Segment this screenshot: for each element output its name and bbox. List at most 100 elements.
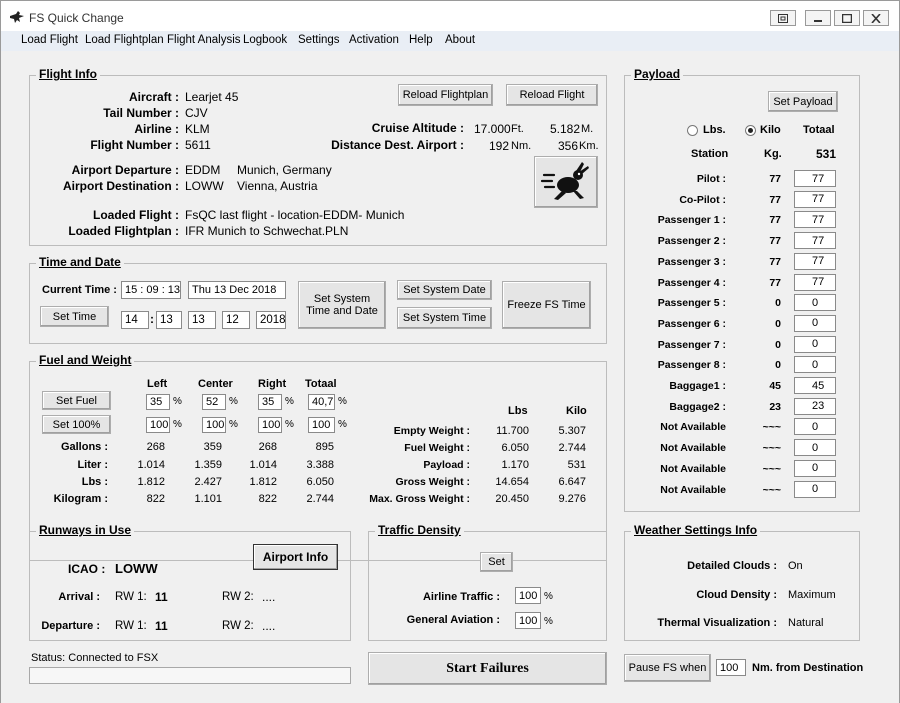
menu-activation[interactable]: Activation <box>349 34 399 46</box>
fuel-right-percent-input[interactable]: 35 <box>258 394 282 410</box>
menu-load-flight[interactable]: Load Flight <box>21 34 78 46</box>
menu-flight-analysis[interactable]: Flight Analysis <box>167 34 241 46</box>
station-kg-value: 77 <box>769 276 781 289</box>
traffic-set-button[interactable]: Set <box>480 552 513 572</box>
set-system-time-date-button[interactable]: Set System Time and Date <box>298 281 386 329</box>
kilo-radio[interactable] <box>745 125 756 136</box>
station-weight-input[interactable]: 0 <box>794 335 836 353</box>
fuel-center-percent-input[interactable]: 52 <box>202 394 226 410</box>
fuel-weight-lbs: 6.050 <box>501 442 529 454</box>
kilogram-right: 822 <box>258 493 277 505</box>
set-time-button[interactable]: Set Time <box>40 306 109 327</box>
station-weight-input[interactable]: 0 <box>794 294 836 312</box>
cloud-density-value: Maximum <box>788 589 836 601</box>
detailed-clouds-value: On <box>788 560 803 572</box>
quick-rabbit-button[interactable] <box>534 156 598 208</box>
station-kg-value: 0 <box>775 297 781 310</box>
pct-sign: % <box>229 396 238 407</box>
station-weight-input[interactable]: 0 <box>794 418 836 436</box>
reload-flightplan-button[interactable]: Reload Flightplan <box>398 84 493 106</box>
hour-input[interactable]: 14 <box>121 311 149 329</box>
station-weight-input[interactable]: 77 <box>794 170 836 187</box>
pause-fs-button[interactable]: Pause FS when <box>624 654 711 682</box>
station-kg-value: 77 <box>769 214 781 227</box>
menu-logbook[interactable]: Logbook <box>243 34 287 46</box>
day-input[interactable]: 13 <box>188 311 216 329</box>
lbs-left: 1.812 <box>137 476 165 488</box>
station-weight-input[interactable]: 77 <box>794 232 836 250</box>
airport-info-button[interactable]: Airport Info <box>253 544 338 570</box>
close-button[interactable] <box>863 10 889 26</box>
set-fuel-button[interactable]: Set Fuel <box>42 391 111 410</box>
set-100-button[interactable]: Set 100% <box>42 415 111 434</box>
station-weight-input[interactable]: 77 <box>794 252 836 270</box>
station-kg-value: 0 <box>775 338 781 351</box>
station-kg-value: 23 <box>769 400 781 413</box>
distance-km-value: 356 <box>558 139 579 153</box>
minute-input[interactable]: 13 <box>156 311 182 329</box>
liter-center: 1.359 <box>194 459 222 471</box>
station-weight-input[interactable]: 0 <box>794 439 836 457</box>
station-weight-input[interactable]: 0 <box>794 356 836 374</box>
lbs-radio[interactable] <box>687 125 698 136</box>
empty-weight-lbs: 11.700 <box>496 425 529 437</box>
station-weight-input[interactable]: 45 <box>794 377 836 394</box>
gross-weight-kilo: 6.647 <box>558 476 586 488</box>
airline-traffic-input[interactable]: 100 <box>515 587 541 604</box>
menu-load-flightplan[interactable]: Load Flightplan <box>85 34 164 46</box>
set-system-time-button[interactable]: Set System Time <box>397 307 492 329</box>
station-weight-input[interactable]: 0 <box>794 480 836 498</box>
station-weight-input[interactable]: 23 <box>794 397 836 415</box>
month-input[interactable]: 12 <box>222 311 250 329</box>
gross-weight-lbs: 14.654 <box>495 476 529 488</box>
station-weight-input[interactable]: 77 <box>794 211 836 229</box>
menu-help[interactable]: Help <box>409 34 433 46</box>
m-unit: M. <box>581 123 594 135</box>
fuel-header-right: Right <box>258 378 287 390</box>
minimize-button[interactable] <box>805 10 831 26</box>
station-weight-input[interactable]: 77 <box>794 273 836 291</box>
main-window: FS Quick Change Load Flight Load Flightp… <box>0 0 900 703</box>
set-payload-button[interactable]: Set Payload <box>768 91 838 112</box>
weather-settings-title: Weather Settings Info <box>631 523 761 537</box>
station-weight-input[interactable]: 77 <box>794 190 836 208</box>
fuel-header-totaal: Totaal <box>305 378 337 390</box>
menu-about[interactable]: About <box>445 34 475 46</box>
departure-code: EDDM <box>185 163 221 177</box>
flight-info-title: Flight Info <box>36 67 100 81</box>
station-name: Passenger 5 : <box>657 297 726 310</box>
airline-value: KLM <box>185 122 210 136</box>
reload-flight-button[interactable]: Reload Flight <box>506 84 598 106</box>
window-title: FS Quick Change <box>29 11 124 25</box>
set-system-date-button[interactable]: Set System Date <box>397 280 492 300</box>
destination-code: LOWW <box>185 179 224 193</box>
station-weight-input[interactable]: 0 <box>794 314 836 332</box>
status-text: Status: Connected to FSX <box>31 652 159 664</box>
general-aviation-input[interactable]: 100 <box>515 612 541 629</box>
restore-icon-button[interactable] <box>770 10 796 26</box>
liter-left: 1.014 <box>137 459 165 471</box>
departure-rwy-label: Departure : <box>41 620 100 632</box>
runways-title: Runways in Use <box>36 523 135 537</box>
loaded-flight-value: FsQC last flight - location-EDDM- Munich <box>185 208 405 222</box>
arrival-rw2-value: .... <box>262 590 276 604</box>
maximize-button[interactable] <box>834 10 860 26</box>
menu-bar: Load Flight Load Flightplan Flight Analy… <box>1 31 899 51</box>
cloud-density-label: Cloud Density : <box>696 589 777 601</box>
start-failures-button[interactable]: Start Failures <box>368 652 607 685</box>
station-weight-input[interactable]: 0 <box>794 459 836 477</box>
year-input[interactable]: 2018 <box>256 311 286 329</box>
station-name: Baggage2 : <box>669 400 726 413</box>
current-time-label: Current Time : <box>42 284 117 296</box>
menu-settings[interactable]: Settings <box>298 34 340 46</box>
destination-label: Airport Destination : <box>63 179 179 193</box>
cruise-m-value: 5.182 <box>550 122 581 136</box>
freeze-fs-time-button[interactable]: Freeze FS Time <box>502 281 591 329</box>
station-kg-value: ~~~ <box>762 462 781 475</box>
fuel-weight-kilo: 2.744 <box>558 442 586 454</box>
traffic-density-group: Traffic Density Set Airline Traffic : 10… <box>368 523 607 641</box>
pause-distance-suffix: Nm. from Destination <box>752 662 864 674</box>
pause-distance-input[interactable]: 100 <box>716 659 746 676</box>
station-kg-value: ~~~ <box>762 442 781 455</box>
fuel-left-percent-input[interactable]: 35 <box>146 394 170 410</box>
